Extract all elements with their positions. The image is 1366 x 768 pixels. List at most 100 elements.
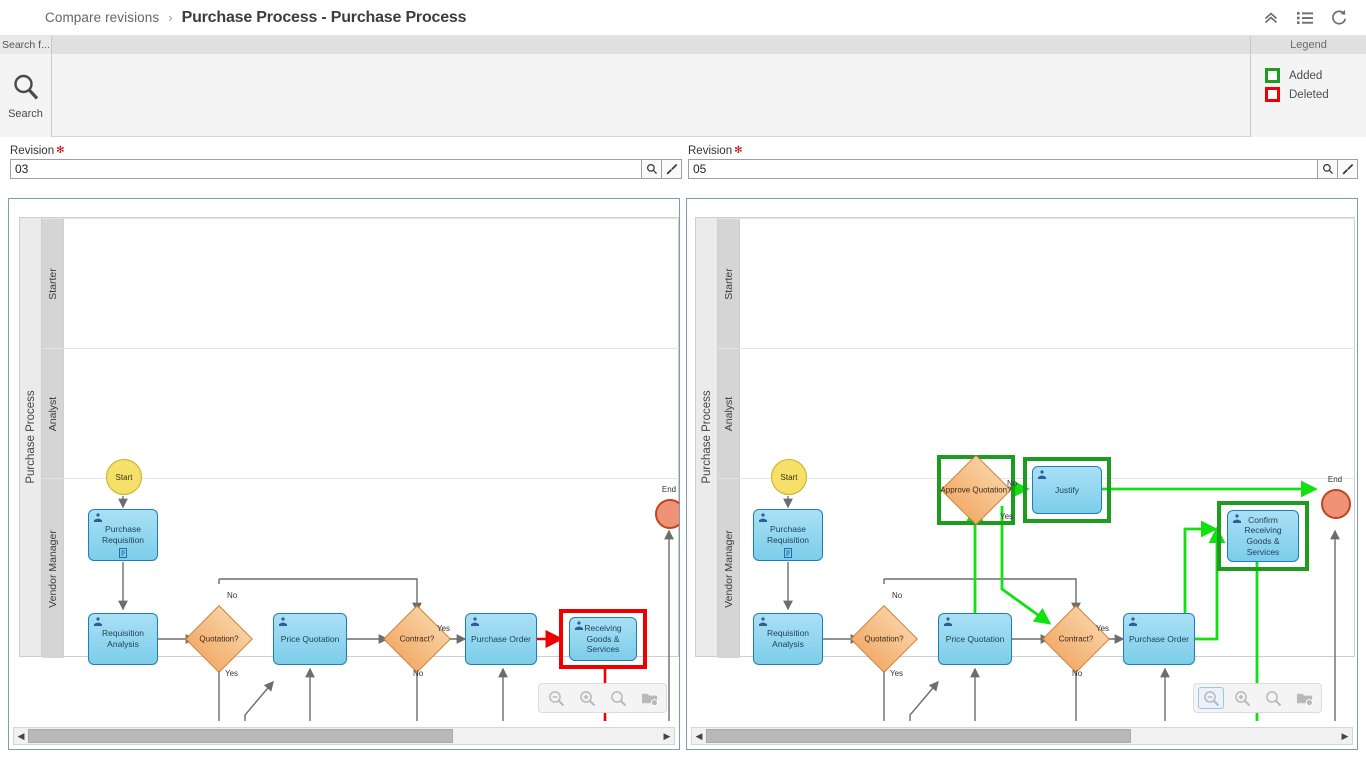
role-icon <box>278 617 288 627</box>
refresh-icon[interactable] <box>1330 9 1348 27</box>
edge-label-quotation-yes: Yes <box>225 669 238 678</box>
zoom-fit-button[interactable] <box>605 687 631 709</box>
horizontal-scrollbar-left[interactable]: ◀ ▶ <box>13 727 675 745</box>
list-icon[interactable] <box>1296 9 1314 27</box>
scrollbar-thumb[interactable] <box>28 729 453 743</box>
edge-label-approve-no: No <box>1007 479 1017 488</box>
zoom-out-button[interactable] <box>1198 687 1224 709</box>
search-panel-tab[interactable]: Search f... <box>0 36 52 54</box>
task-requisition-analysis[interactable]: Requisition Analysis <box>88 613 158 665</box>
search-legend-strip: Search f... Legend Search Added Deleted <box>0 36 1366 137</box>
event-end[interactable] <box>1321 489 1351 519</box>
document-icon <box>119 547 128 558</box>
zoom-in-button[interactable] <box>1229 687 1255 709</box>
scroll-right-arrow[interactable]: ▶ <box>660 728 674 744</box>
edge-label-contract-yes: Yes <box>437 624 450 633</box>
breadcrumb-separator-icon: › <box>168 10 172 25</box>
legend-label-deleted: Deleted <box>1289 89 1329 101</box>
search-icon <box>11 72 41 107</box>
revision-left-label-text: Revision <box>10 145 54 157</box>
zoom-out-button[interactable] <box>543 687 569 709</box>
legend-panel-tab: Legend <box>1250 36 1366 54</box>
edge-label-quotation-no: No <box>227 591 237 600</box>
revision-left-clear-button[interactable] <box>662 159 682 179</box>
scroll-left-arrow[interactable]: ◀ <box>14 728 28 744</box>
search-button[interactable]: Search <box>0 54 52 137</box>
legend-swatch-deleted <box>1265 87 1280 102</box>
task-purchase-requisition[interactable]: Purchase Requisition <box>753 509 823 561</box>
role-icon <box>943 617 953 627</box>
zoom-fit-button[interactable] <box>1260 687 1286 709</box>
task-label: Purchase Order <box>1129 634 1189 645</box>
strip-body: Search Added Deleted <box>0 54 1366 137</box>
strip-titlebar <box>0 36 1366 54</box>
diagram-canvas-left[interactable]: Purchase Process Starter Analyst Vendor … <box>9 199 679 721</box>
task-receiving-goods-and-services[interactable]: Receiving Goods & Services <box>569 617 637 661</box>
edge-label-quotation-no: No <box>892 591 902 600</box>
scrollbar-thumb[interactable] <box>706 729 1131 743</box>
role-icon <box>1232 514 1242 524</box>
role-icon <box>1037 470 1047 480</box>
diagram-panel-right[interactable]: Purchase Process Starter Analyst Vendor … <box>686 198 1358 750</box>
role-icon <box>93 513 103 523</box>
document-icon <box>784 547 793 558</box>
task-label: Price Quotation <box>281 634 340 645</box>
task-price-quotation[interactable]: Price Quotation <box>938 613 1012 665</box>
breadcrumb-link-compare-revisions[interactable]: Compare revisions <box>45 10 159 25</box>
required-marker-icon: ✻ <box>734 146 742 156</box>
revision-left-search-button[interactable] <box>642 159 662 179</box>
open-folder-button[interactable] <box>1291 687 1317 709</box>
horizontal-scrollbar-right[interactable]: ◀ ▶ <box>691 727 1353 745</box>
event-start[interactable]: Start <box>771 459 807 495</box>
task-label: Price Quotation <box>946 634 1005 645</box>
role-icon <box>470 617 480 627</box>
event-end-label: End <box>1313 475 1357 485</box>
edge-label-contract-no: No <box>413 669 423 678</box>
revision-left-block: Revision ✻ <box>10 145 682 179</box>
task-price-quotation[interactable]: Price Quotation <box>273 613 347 665</box>
edge-label-contract-no: No <box>1072 669 1082 678</box>
zoom-in-button[interactable] <box>574 687 600 709</box>
revision-right-label-text: Revision <box>688 145 732 157</box>
task-label: Purchase Requisition <box>757 524 819 545</box>
role-icon <box>758 513 768 523</box>
event-end[interactable] <box>655 499 679 529</box>
task-justify[interactable]: Justify <box>1032 466 1102 514</box>
revision-right-clear-button[interactable] <box>1338 159 1358 179</box>
task-label: Purchase Requisition <box>92 524 154 545</box>
edge-label-contract-yes: Yes <box>1096 624 1109 633</box>
task-label: Requisition Analysis <box>757 628 819 649</box>
search-button-label: Search <box>8 108 43 120</box>
role-icon <box>758 617 768 627</box>
scrollbar-track[interactable] <box>28 728 660 744</box>
task-label: Purchase Order <box>471 634 531 645</box>
edge-label-quotation-yes: Yes <box>890 669 903 678</box>
task-purchase-order[interactable]: Purchase Order <box>465 613 537 665</box>
diagram-canvas-right[interactable]: Purchase Process Starter Analyst Vendor … <box>687 199 1357 721</box>
required-marker-icon: ✻ <box>56 146 64 156</box>
open-folder-button[interactable] <box>636 687 662 709</box>
revision-right-block: Revision ✻ <box>688 145 1358 179</box>
diagram-panel-left[interactable]: Purchase Process Starter Analyst Vendor … <box>8 198 680 750</box>
task-label: Justify <box>1055 485 1079 496</box>
scroll-left-arrow[interactable]: ◀ <box>692 728 706 744</box>
event-start[interactable]: Start <box>106 459 142 495</box>
zoom-toolbar-right <box>1193 683 1322 713</box>
page-title: Purchase Process - Purchase Process <box>182 9 467 27</box>
scroll-right-arrow[interactable]: ▶ <box>1338 728 1352 744</box>
breadcrumb: Compare revisions › Purchase Process - P… <box>0 9 466 27</box>
header-actions <box>1262 0 1358 36</box>
revision-right-search-button[interactable] <box>1318 159 1338 179</box>
task-purchase-order[interactable]: Purchase Order <box>1123 613 1195 665</box>
collapse-up-icon[interactable] <box>1262 9 1280 27</box>
task-requisition-analysis[interactable]: Requisition Analysis <box>753 613 823 665</box>
revision-right-input[interactable] <box>688 159 1318 179</box>
role-icon <box>93 617 103 627</box>
revision-left-input[interactable] <box>10 159 642 179</box>
task-label: Requisition Analysis <box>92 628 154 649</box>
legend-swatch-added <box>1265 68 1280 83</box>
task-purchase-requisition[interactable]: Purchase Requisition <box>88 509 158 561</box>
app-header: Compare revisions › Purchase Process - P… <box>0 0 1366 36</box>
task-confirm-receiving-goods-and-services[interactable]: Confirm Receiving Goods & Services <box>1227 510 1299 562</box>
scrollbar-track[interactable] <box>706 728 1338 744</box>
